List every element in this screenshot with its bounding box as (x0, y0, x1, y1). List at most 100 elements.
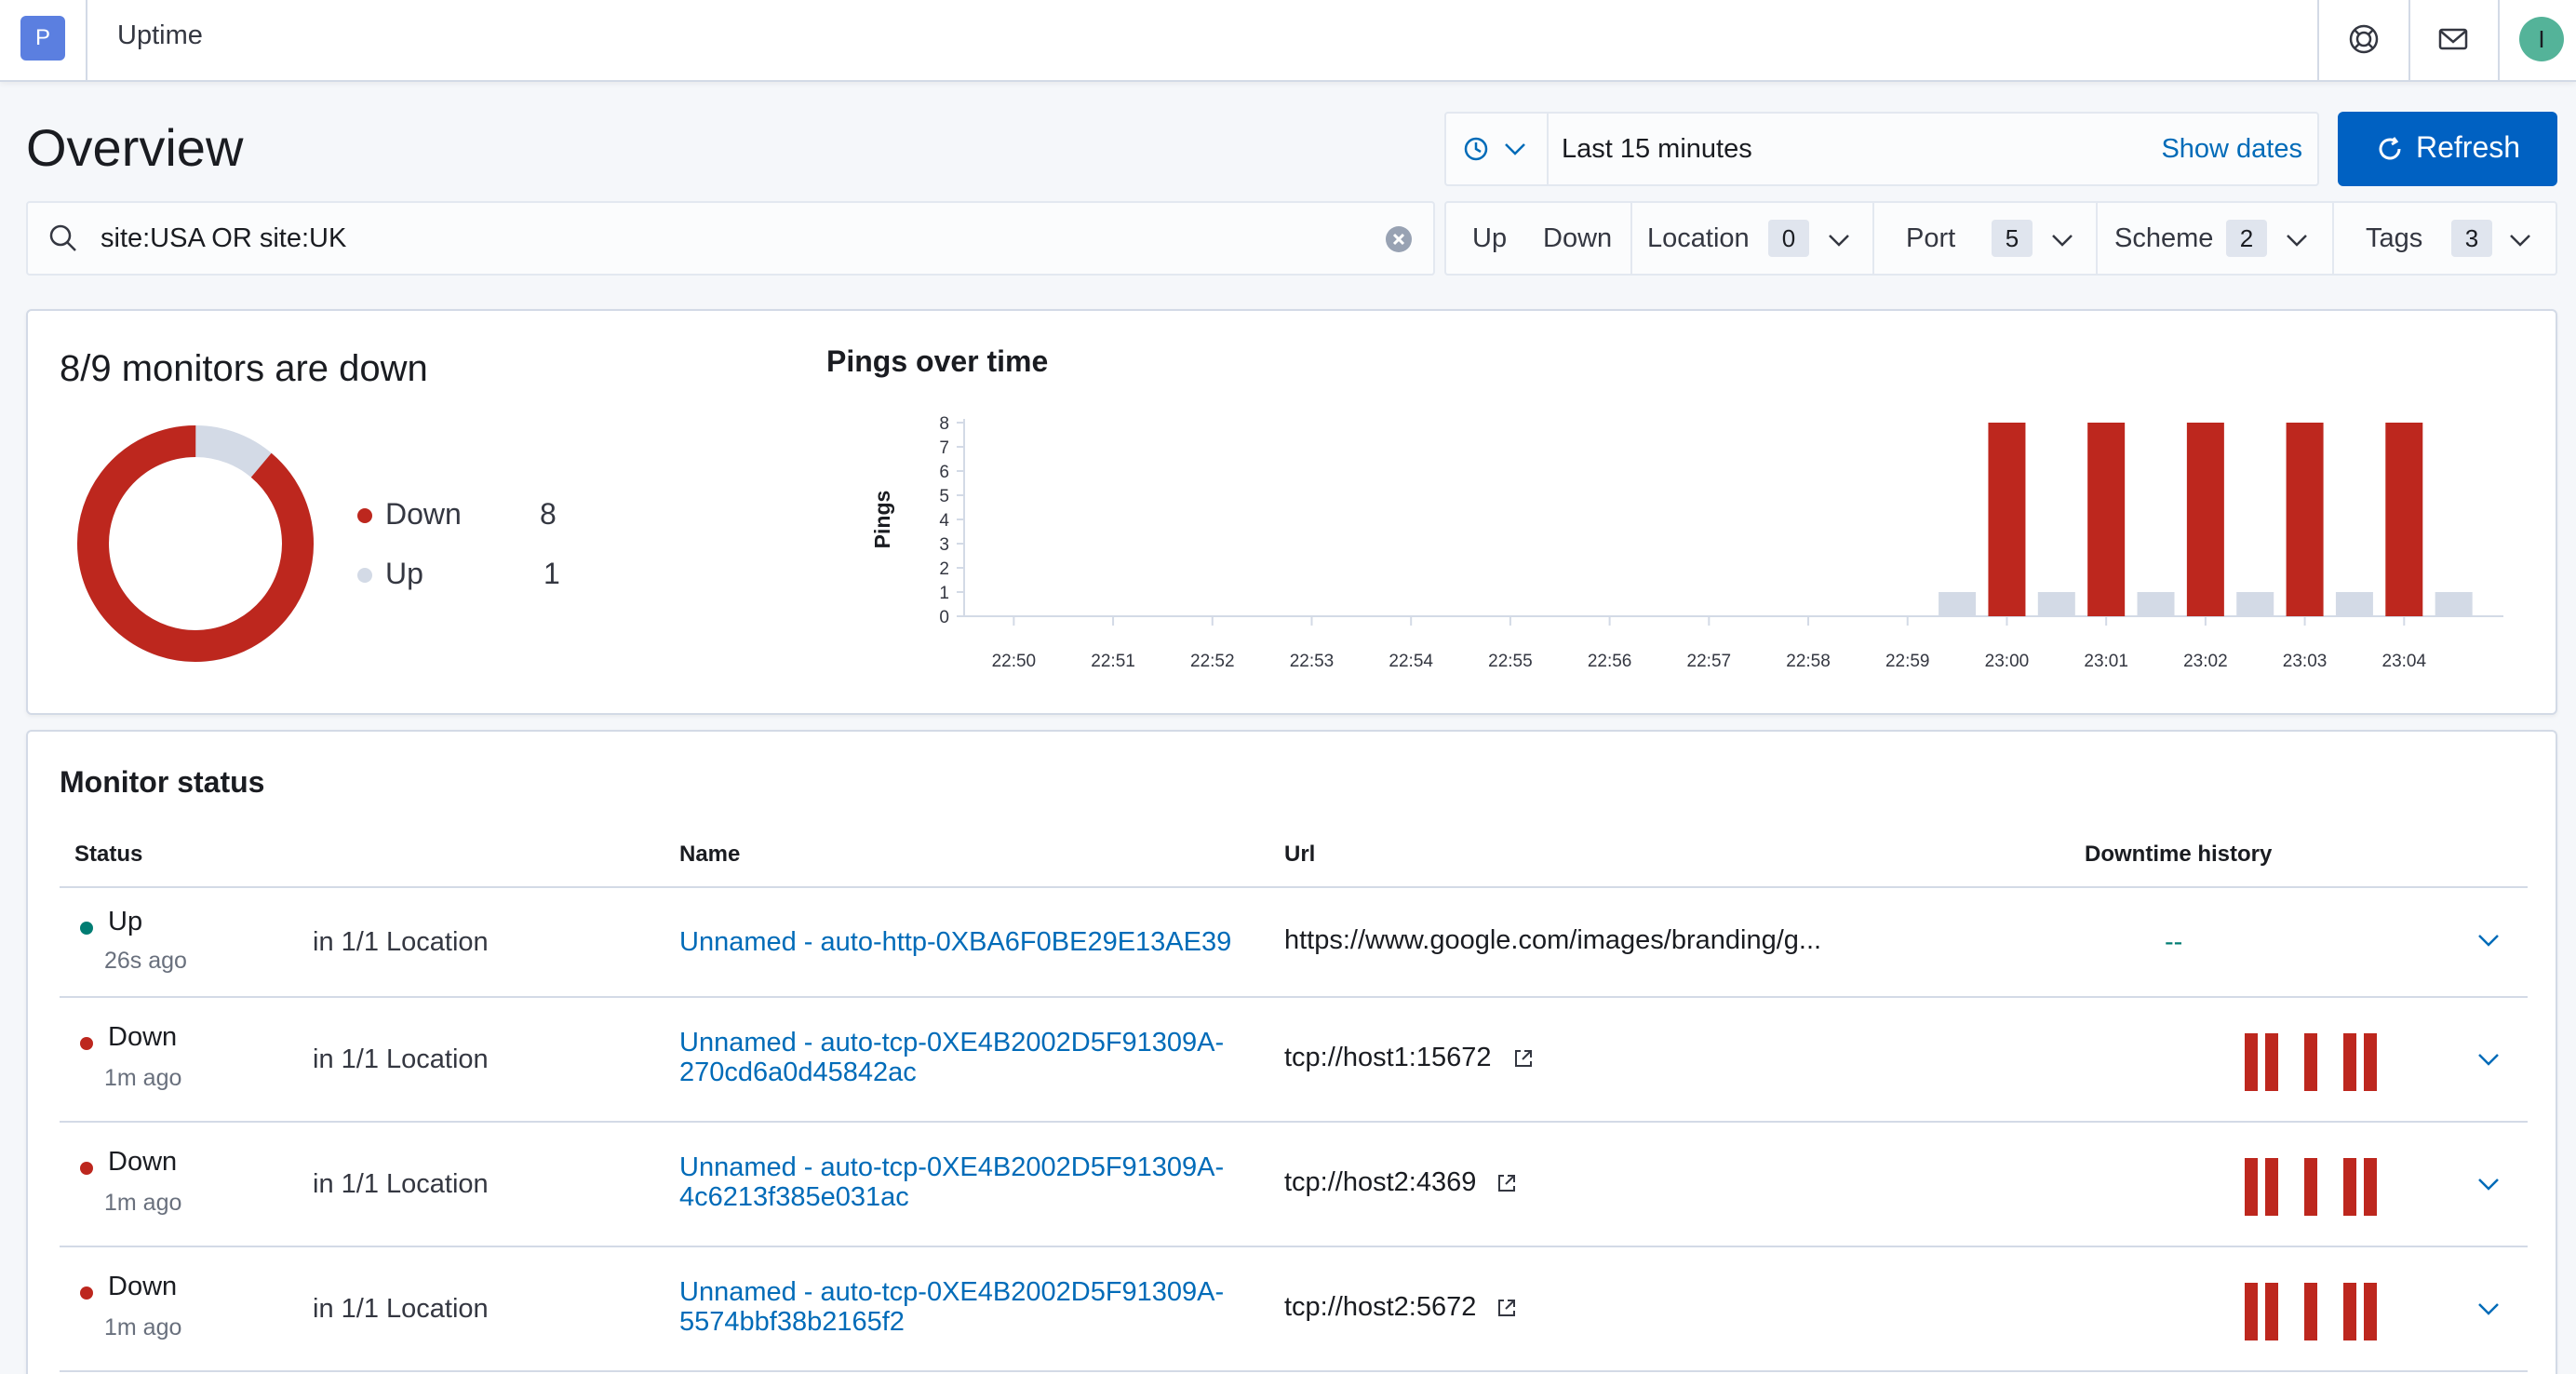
legend-down-count: 8 (540, 497, 557, 531)
filter-tags-button[interactable]: Tags (2366, 223, 2422, 254)
external-link-icon[interactable] (1495, 1171, 1519, 1195)
status-label: Down (108, 1022, 178, 1052)
status-ago: 1m ago (104, 1065, 182, 1091)
status-down-dot (80, 1037, 93, 1050)
filter-scheme-count: 2 (2226, 220, 2267, 257)
quick-select-button[interactable] (1446, 114, 1549, 184)
x-tick-label: 22:50 (992, 652, 1037, 671)
date-range-text[interactable]: Last 15 minutes (1562, 134, 1752, 165)
monitor-url[interactable]: tcp://host1:15672 (1284, 1043, 1492, 1073)
search-input[interactable]: site:USA OR site:UK (26, 201, 1435, 276)
chart-bar (1988, 423, 2026, 616)
filter-scheme-button[interactable]: Scheme (2114, 223, 2213, 254)
status-label: Down (108, 1272, 178, 1301)
status-label: Down (108, 1147, 178, 1177)
show-dates-link[interactable]: Show dates (2161, 134, 2302, 165)
monitor-link[interactable]: Unnamed - auto-tcp-0XE4B2002D5F91309A-27… (679, 1028, 1275, 1087)
clear-icon[interactable] (1385, 225, 1413, 253)
downtime-bar (2245, 1283, 2258, 1340)
donut-down-segment (77, 425, 314, 662)
x-tick-label: 22:54 (1389, 652, 1433, 671)
mail-icon[interactable] (2431, 17, 2475, 61)
filter-up-button[interactable]: Up (1472, 223, 1507, 254)
chevron-down-icon[interactable] (2284, 229, 2310, 251)
x-tick-label: 23:04 (2382, 652, 2427, 671)
divider (1630, 203, 1632, 274)
legend-down-label: Down (385, 497, 462, 531)
location-text: in 1/1 Location (313, 1044, 489, 1074)
divider (1872, 203, 1874, 274)
x-tick-label: 23:03 (2283, 652, 2328, 671)
search-icon (49, 224, 76, 251)
y-tick-label: 5 (939, 487, 949, 506)
filter-port-button[interactable]: Port (1906, 223, 1955, 254)
chart-bar (2186, 423, 2224, 616)
chevron-down-icon[interactable] (2049, 229, 2075, 251)
downtime-bar (2265, 1283, 2278, 1340)
user-avatar[interactable]: I (2519, 17, 2564, 61)
monitor-status-title: Monitor status (60, 765, 265, 799)
date-picker: Last 15 minutes Show dates (1444, 112, 2319, 186)
monitor-link[interactable]: Unnamed - auto-http-0XBA6F0BE29E13AE39 (679, 927, 1275, 957)
location-text: in 1/1 Location (313, 927, 489, 957)
help-icon[interactable] (2341, 17, 2386, 61)
monitor-link[interactable]: Unnamed - auto-tcp-0XE4B2002D5F91309A-55… (679, 1277, 1275, 1337)
downtime-bar (2343, 1033, 2356, 1091)
monitor-link[interactable]: Unnamed - auto-tcp-0XE4B2002D5F91309A-4c… (679, 1152, 1275, 1212)
status-up-dot (80, 922, 93, 935)
x-tick-label: 23:02 (2183, 652, 2228, 671)
filter-down-button[interactable]: Down (1543, 223, 1612, 254)
downtime-bar (2364, 1283, 2377, 1340)
filter-location-button[interactable]: Location (1647, 223, 1750, 254)
monitor-url: https://www.google.com/images/branding/g… (1284, 925, 1822, 955)
expand-row-icon[interactable] (2475, 1173, 2502, 1195)
legend-up-label: Up (385, 557, 423, 590)
downtime-bar (2265, 1033, 2278, 1091)
status-ago: 26s ago (104, 948, 187, 974)
column-header-url[interactable]: Url (1284, 842, 1315, 868)
y-tick-label: 3 (939, 535, 949, 555)
refresh-label: Refresh (2416, 130, 2521, 164)
x-tick-label: 22:55 (1488, 652, 1533, 671)
downtime-bar (2304, 1033, 2317, 1091)
downtime-bar (2245, 1158, 2258, 1216)
external-link-icon[interactable] (1511, 1046, 1536, 1071)
expand-row-icon[interactable] (2475, 1048, 2502, 1071)
space-avatar[interactable]: P (20, 16, 65, 61)
chart-bar (2087, 423, 2126, 616)
filter-port-count: 5 (1992, 220, 2033, 257)
divider (60, 1370, 2528, 1372)
chevron-down-icon[interactable] (2507, 229, 2533, 251)
y-tick-label: 8 (939, 414, 949, 434)
divider (60, 886, 2528, 888)
chart-title: Pings over time (826, 344, 1049, 378)
status-ago: 1m ago (104, 1190, 182, 1216)
column-header-downtime-history: Downtime history (2085, 842, 2273, 867)
external-link-icon[interactable] (1495, 1296, 1519, 1320)
expand-row-icon[interactable] (2475, 929, 2502, 951)
divider (2498, 0, 2500, 82)
divider (2408, 0, 2410, 82)
snapshot-panel: 8/9 monitors are down Down 8 Up 1 Pings … (26, 309, 2557, 715)
clock-icon (1464, 137, 1488, 161)
refresh-button[interactable]: Refresh (2338, 112, 2557, 186)
downtime-bar (2245, 1033, 2258, 1091)
chevron-down-icon[interactable] (1826, 229, 1852, 251)
chart-bar (2236, 592, 2274, 616)
downtime-bar (2304, 1158, 2317, 1216)
chart-bar (2137, 592, 2175, 616)
divider (2317, 0, 2319, 82)
y-tick-label: 4 (939, 511, 949, 531)
monitor-url[interactable]: tcp://host2:5672 (1284, 1292, 1476, 1323)
chevron-down-icon (1505, 143, 1525, 155)
expand-row-icon[interactable] (2475, 1298, 2502, 1320)
monitor-url[interactable]: tcp://host2:4369 (1284, 1167, 1476, 1198)
x-tick-label: 22:52 (1190, 652, 1235, 671)
y-tick-label: 2 (939, 559, 949, 579)
filter-location-count: 0 (1768, 220, 1809, 257)
status-down-dot (80, 1286, 93, 1300)
search-query: site:USA OR site:UK (101, 223, 347, 253)
column-header-status[interactable]: Status (74, 842, 142, 868)
divider (2332, 203, 2334, 274)
column-header-name[interactable]: Name (679, 842, 740, 868)
